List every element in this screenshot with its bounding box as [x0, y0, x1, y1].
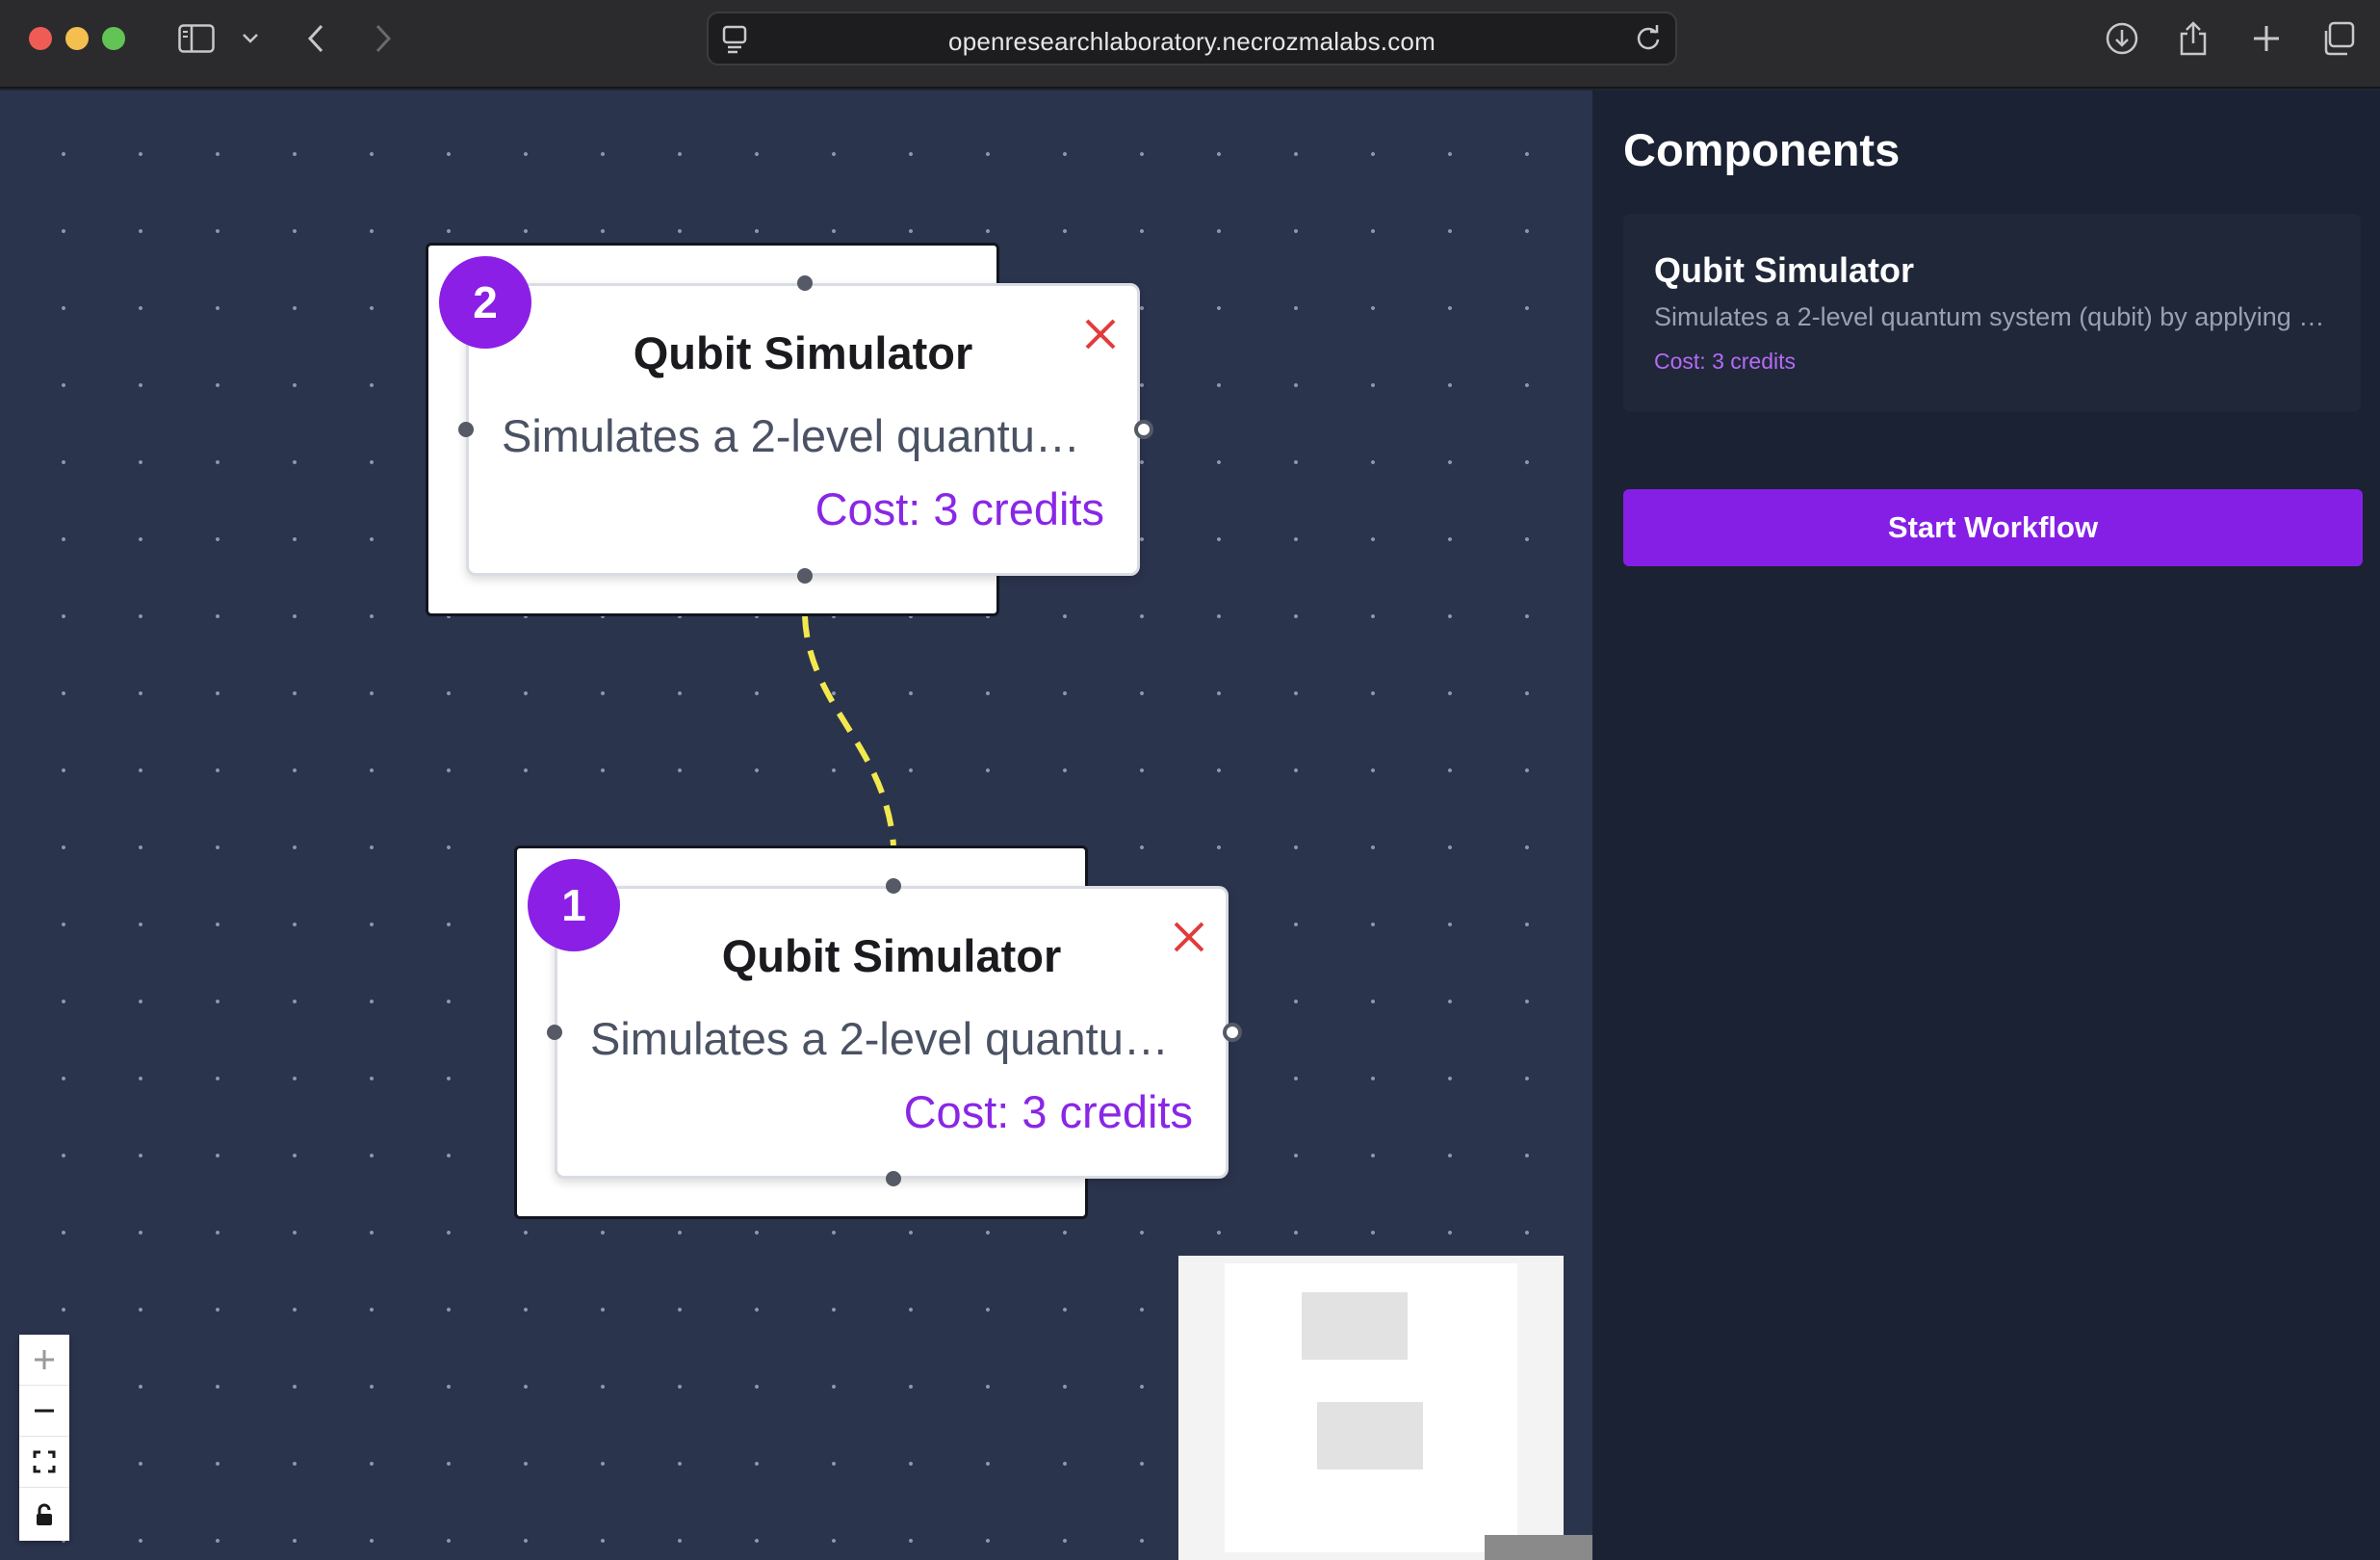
close-icon[interactable] — [1079, 313, 1122, 355]
node-handle-right[interactable] — [1223, 1023, 1242, 1042]
minimize-window-button[interactable] — [65, 27, 89, 50]
workflow-node-2[interactable]: Qubit Simulator Simulates a 2-level quan… — [466, 283, 1140, 576]
url-text: openresearchlaboratory.necrozmalabs.com — [948, 27, 1436, 56]
download-icon[interactable] — [2103, 19, 2141, 58]
node-handle-left[interactable] — [547, 1025, 562, 1040]
node-title: Qubit Simulator — [633, 327, 973, 378]
components-panel: Components Qubit Simulator Simulates a 2… — [1592, 91, 2380, 1560]
address-bar[interactable]: openresearchlaboratory.necrozmalabs.com — [707, 12, 1677, 65]
minimap[interactable] — [1178, 1256, 1564, 1560]
tab-overview-icon[interactable] — [2318, 19, 2357, 58]
fit-view-icon[interactable] — [19, 1437, 69, 1488]
close-icon[interactable] — [1168, 916, 1210, 958]
node-handle-bottom[interactable] — [886, 1171, 901, 1186]
node-title: Qubit Simulator — [721, 930, 1062, 981]
panel-title: Components — [1623, 124, 1901, 175]
node-description: Simulates a 2-level quantum system (qubi… — [590, 1013, 1183, 1064]
zoom-controls — [19, 1335, 69, 1541]
back-icon[interactable] — [297, 19, 335, 58]
node-handle-bottom[interactable] — [797, 568, 813, 584]
browser-toolbar: openresearchlaboratory.necrozmalabs.com — [0, 0, 2380, 89]
component-name: Qubit Simulator — [1654, 250, 1914, 290]
scrollbar-thumb[interactable] — [1485, 1535, 1592, 1560]
node-handle-top[interactable] — [797, 275, 813, 291]
share-icon[interactable] — [2174, 19, 2212, 58]
node-order-badge: 1 — [528, 859, 620, 951]
node-cost: Cost: 3 credits — [815, 483, 1104, 534]
node-handle-top[interactable] — [886, 878, 901, 894]
component-card[interactable]: Qubit Simulator Simulates a 2-level quan… — [1623, 214, 2361, 412]
lock-icon[interactable] — [19, 1489, 69, 1540]
minimap-node — [1317, 1402, 1423, 1469]
workflow-node-1[interactable]: Qubit Simulator Simulates a 2-level quan… — [555, 886, 1229, 1179]
start-workflow-button[interactable]: Start Workflow — [1623, 489, 2363, 566]
reload-icon[interactable] — [1633, 23, 1664, 59]
close-window-button[interactable] — [29, 27, 52, 50]
node-handle-left[interactable] — [458, 422, 474, 437]
maximize-window-button[interactable] — [102, 27, 125, 50]
new-tab-icon[interactable] — [2247, 19, 2286, 58]
node-handle-right[interactable] — [1134, 420, 1153, 439]
zoom-out-icon[interactable] — [19, 1386, 69, 1437]
chevron-down-icon[interactable] — [231, 19, 270, 58]
component-cost: Cost: 3 credits — [1654, 349, 1796, 374]
forward-icon[interactable] — [364, 19, 402, 58]
sidebar-toggle-icon[interactable] — [177, 19, 216, 58]
zoom-in-icon[interactable] — [19, 1335, 69, 1386]
workflow-canvas[interactable]: Qubit Simulator Simulates a 2-level quan… — [0, 91, 1592, 1560]
component-description: Simulates a 2-level quantum system (qubi… — [1654, 302, 2332, 331]
minimap-viewport — [1225, 1263, 1517, 1552]
node-cost: Cost: 3 credits — [903, 1086, 1193, 1137]
node-order-badge: 2 — [439, 256, 531, 349]
node-description: Simulates a 2-level quantum system (qubi… — [502, 410, 1095, 461]
minimap-node — [1302, 1292, 1408, 1360]
